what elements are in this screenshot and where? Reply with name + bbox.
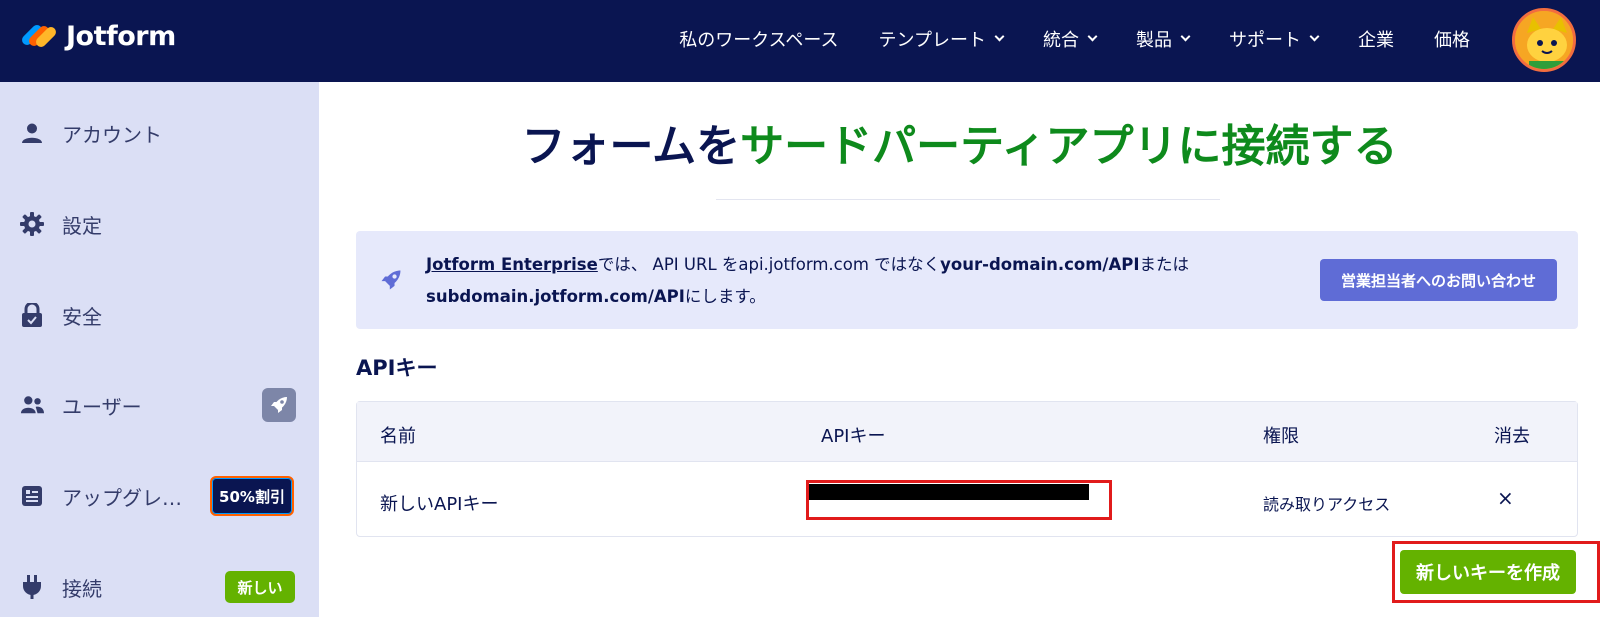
sidebar-item-security[interactable]: 安全 [0,290,319,340]
users-icon [20,393,44,417]
chevron-down-icon [1309,31,1320,42]
nav-label: 統合 [1043,30,1079,51]
sidebar-item-label: アップグレ… [62,485,182,510]
chevron-down-icon [994,31,1005,42]
settings-sidebar: アカウント 設定 安全 ユーザー アップグレ… 50%割引 接続 新しい [0,82,319,617]
brand-name: Jotform [66,20,176,52]
sidebar-item-label: 設定 [62,213,102,238]
new-badge: 新しい [225,571,295,603]
sidebar-item-label: アカウント [62,122,162,147]
notice-text-2: または [1139,255,1189,274]
plug-icon [20,575,44,599]
notice-subdomain: subdomain.jotform.com/API [426,287,685,306]
sidebar-item-upgrade[interactable]: アップグレ… 50%割引 [0,471,319,521]
column-header-delete: 消去 [1494,426,1530,447]
nav-my-workspace[interactable]: 私のワークスペース [679,26,838,52]
sidebar-item-account[interactable]: アカウント [0,108,319,158]
main-nav: 私のワークスペース テンプレート 統合 製品 サポート 企業 価格 [639,0,1470,78]
gear-icon [20,212,44,236]
nav-pricing[interactable]: 価格 [1434,26,1470,52]
sidebar-item-label: ユーザー [62,394,142,419]
nav-label: 価格 [1434,30,1470,51]
page-title: フォームをサードパーティアプリに接続する [319,110,1600,174]
avatar[interactable] [1512,8,1576,72]
contact-sales-button[interactable]: 営業担当者へのお問い合わせ [1320,259,1557,301]
nav-templates[interactable]: テンプレート [878,26,1005,52]
create-button-highlight-box [1392,541,1600,603]
user-icon [20,121,44,145]
api-keys-heading: APIキー [356,356,438,380]
column-header-name: 名前 [380,426,416,447]
jotform-logo-icon [19,21,59,51]
discount-badge: 50%割引 [210,476,294,516]
nav-products[interactable]: 製品 [1136,26,1191,52]
nav-enterprise[interactable]: 企業 [1358,26,1394,52]
chevron-down-icon [1180,31,1191,42]
sidebar-item-label: 安全 [62,304,102,329]
nav-label: 私のワークスペース [679,30,839,51]
delete-key-button[interactable]: × [1497,486,1514,510]
nav-label: 企業 [1358,30,1394,51]
avatar-icon [1515,11,1573,69]
title-divider [716,199,1220,200]
notice-text-3: にします。 [684,287,766,306]
sidebar-item-users[interactable]: ユーザー [0,380,319,430]
column-header-api-key: APIキー [821,426,886,447]
column-header-permission: 権限 [1263,426,1299,447]
api-key-permission[interactable]: 読み取りアクセス [1263,491,1390,515]
top-nav: Jotform 私のワークスペース テンプレート 統合 製品 サポート 企業 価… [0,0,1600,82]
page-title-part2: サードパーティアプリに接続する [740,121,1398,172]
jotform-logo[interactable]: Jotform [19,18,176,54]
notice-text-1: では、 API URL をapi.jotform.com ではなく [597,255,941,274]
nav-label: テンプレート [878,30,986,51]
invoice-icon [20,484,44,508]
rocket-icon [262,388,296,422]
enterprise-link[interactable]: Jotform Enterprise [426,255,598,274]
page-title-part1: フォームを [521,121,741,172]
enterprise-notice: Jotform Enterpriseでは、 API URL をapi.jotfo… [356,231,1578,329]
lock-icon [20,303,44,327]
sidebar-item-settings[interactable]: 設定 [0,199,319,249]
nav-support[interactable]: サポート [1229,26,1320,52]
api-key-highlight-box [806,480,1112,520]
sidebar-item-connections[interactable]: 接続 新しい [0,562,319,612]
nav-label: サポート [1229,30,1301,51]
rocket-icon [378,267,404,293]
nav-label: 製品 [1136,30,1172,51]
notice-domain: your-domain.com/API [940,255,1140,274]
api-key-name[interactable]: 新しいAPIキー [380,490,498,516]
nav-integrations[interactable]: 統合 [1043,26,1098,52]
notice-text: Jotform Enterpriseでは、 API URL をapi.jotfo… [426,249,1246,313]
sidebar-item-label: 接続 [62,576,102,601]
table-header: 名前 APIキー 権限 消去 [357,402,1577,462]
chevron-down-icon [1087,31,1098,42]
